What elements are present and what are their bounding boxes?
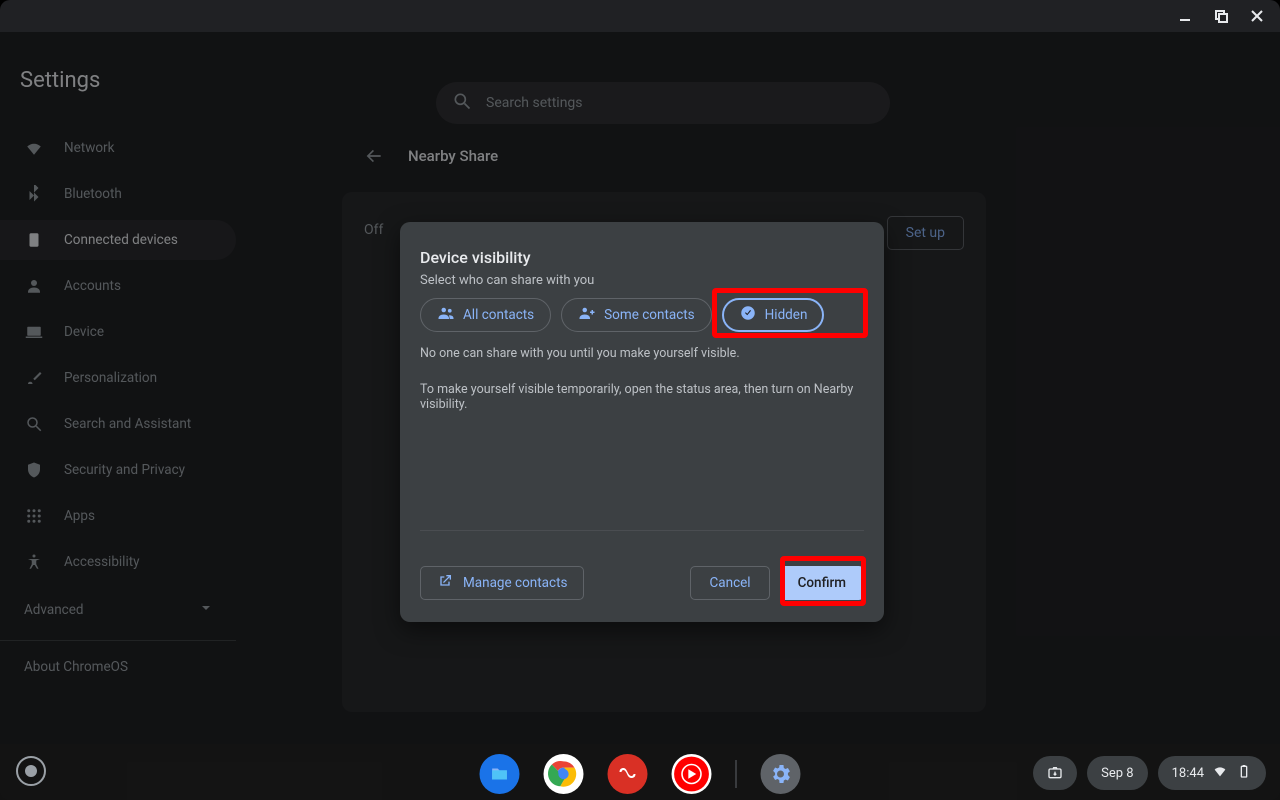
confirm-label: Confirm [798, 575, 846, 591]
check-circle-icon [739, 304, 757, 326]
battery-status-icon [1236, 763, 1252, 783]
search-icon [452, 91, 472, 115]
option-hidden[interactable]: Hidden [722, 298, 825, 332]
window-titlebar [0, 0, 1280, 32]
app-title: Settings [20, 68, 100, 93]
sidebar-item-search-assistant[interactable]: Search and Assistant [0, 404, 236, 444]
setup-button-label: Set up [906, 225, 945, 241]
sidebar-advanced-toggle[interactable]: Advanced [0, 590, 236, 630]
sidebar-item-label: Apps [64, 508, 95, 524]
bluetooth-icon [24, 184, 44, 204]
sidebar-item-label: Security and Privacy [64, 462, 185, 478]
person-icon [24, 276, 44, 296]
search-input[interactable] [486, 95, 874, 111]
sidebar-item-label: Bluetooth [64, 186, 122, 202]
page-header: Nearby Share [362, 144, 498, 168]
sidebar-item-network[interactable]: Network [0, 128, 236, 168]
device-visibility-dialog: Device visibility Select who can share w… [400, 222, 884, 622]
people-icon [437, 304, 455, 326]
sidebar-divider [0, 640, 236, 641]
status-tray[interactable]: 18:44 [1158, 756, 1266, 790]
cancel-button[interactable]: Cancel [690, 566, 769, 600]
sidebar-item-security-privacy[interactable]: Security and Privacy [0, 450, 236, 490]
dialog-message-1: No one can share with you until you make… [420, 346, 740, 361]
page-title: Nearby Share [408, 147, 498, 165]
devices-icon [24, 230, 44, 250]
dialog-divider [420, 530, 864, 531]
dialog-subtitle: Select who can share with you [420, 273, 594, 288]
close-button[interactable] [1240, 2, 1274, 30]
accessibility-icon [24, 552, 44, 572]
sidebar-item-label: Accounts [64, 278, 121, 294]
shelf-status-area: Sep 8 18:44 [1033, 756, 1266, 790]
dialog-title: Device visibility [420, 248, 594, 267]
shelf-app-files[interactable] [480, 754, 520, 794]
setup-button[interactable]: Set up [887, 216, 964, 250]
dialog-footer: Manage contacts Cancel Confirm [420, 566, 864, 600]
time-text: 18:44 [1172, 766, 1204, 781]
visibility-options: All contacts Some contacts Hidden [420, 298, 824, 332]
shelf-divider [736, 760, 737, 788]
settings-window: Settings Network Bluetooth Connected dev… [0, 0, 1280, 800]
date-text: Sep 8 [1101, 766, 1133, 781]
shelf-app-youtube-music[interactable] [672, 754, 712, 794]
search-bar[interactable] [436, 82, 890, 124]
wifi-icon [24, 138, 44, 158]
shield-icon [24, 460, 44, 480]
sidebar: Network Bluetooth Connected devices Acco… [0, 128, 252, 687]
option-label: Hidden [765, 307, 808, 323]
shelf-apps [480, 754, 801, 794]
brush-icon [24, 368, 44, 388]
sidebar-item-label: Accessibility [64, 554, 140, 570]
sidebar-item-label: Connected devices [64, 232, 178, 248]
option-label: Some contacts [604, 307, 695, 323]
back-button[interactable] [362, 144, 386, 168]
sidebar-item-accounts[interactable]: Accounts [0, 266, 236, 306]
shelf: Sep 8 18:44 [0, 744, 1280, 800]
apps-grid-icon [24, 506, 44, 526]
search-icon [24, 414, 44, 434]
shelf-app-chrome[interactable] [544, 754, 584, 794]
laptop-icon [24, 322, 44, 342]
person-add-icon [578, 304, 596, 326]
option-all-contacts[interactable]: All contacts [420, 298, 551, 332]
option-label: All contacts [463, 307, 534, 323]
shelf-app-3[interactable] [608, 754, 648, 794]
sidebar-item-label: Network [64, 140, 114, 156]
date-pill[interactable]: Sep 8 [1087, 756, 1147, 790]
advanced-label: Advanced [24, 602, 84, 618]
about-label: About ChromeOS [24, 659, 128, 675]
sidebar-item-apps[interactable]: Apps [0, 496, 236, 536]
manage-contacts-button[interactable]: Manage contacts [420, 566, 584, 600]
confirm-button[interactable]: Confirm [780, 566, 864, 600]
sidebar-item-label: Device [64, 324, 104, 340]
sidebar-item-bluetooth[interactable]: Bluetooth [0, 174, 236, 214]
sidebar-item-personalization[interactable]: Personalization [0, 358, 236, 398]
screenshot-button[interactable] [1033, 756, 1077, 790]
launcher-button[interactable] [16, 756, 46, 786]
dialog-header: Device visibility Select who can share w… [420, 248, 594, 288]
minimize-button[interactable] [1168, 2, 1202, 30]
cancel-label: Cancel [709, 575, 750, 591]
nearby-share-status: Off [364, 222, 383, 238]
maximize-button[interactable] [1204, 2, 1238, 30]
sidebar-item-label: Search and Assistant [64, 416, 191, 432]
chevron-down-icon [200, 602, 212, 618]
sidebar-item-label: Personalization [64, 370, 157, 386]
wifi-status-icon [1212, 763, 1228, 783]
content-area: Settings Network Bluetooth Connected dev… [0, 32, 1280, 800]
manage-contacts-label: Manage contacts [463, 575, 567, 591]
dialog-message-2: To make yourself visible temporarily, op… [420, 382, 884, 412]
open-external-icon [437, 573, 453, 593]
sidebar-item-device[interactable]: Device [0, 312, 236, 352]
sidebar-item-accessibility[interactable]: Accessibility [0, 542, 236, 582]
sidebar-item-connected-devices[interactable]: Connected devices [0, 220, 236, 260]
shelf-app-settings[interactable] [761, 754, 801, 794]
sidebar-about[interactable]: About ChromeOS [0, 647, 252, 687]
option-some-contacts[interactable]: Some contacts [561, 298, 712, 332]
